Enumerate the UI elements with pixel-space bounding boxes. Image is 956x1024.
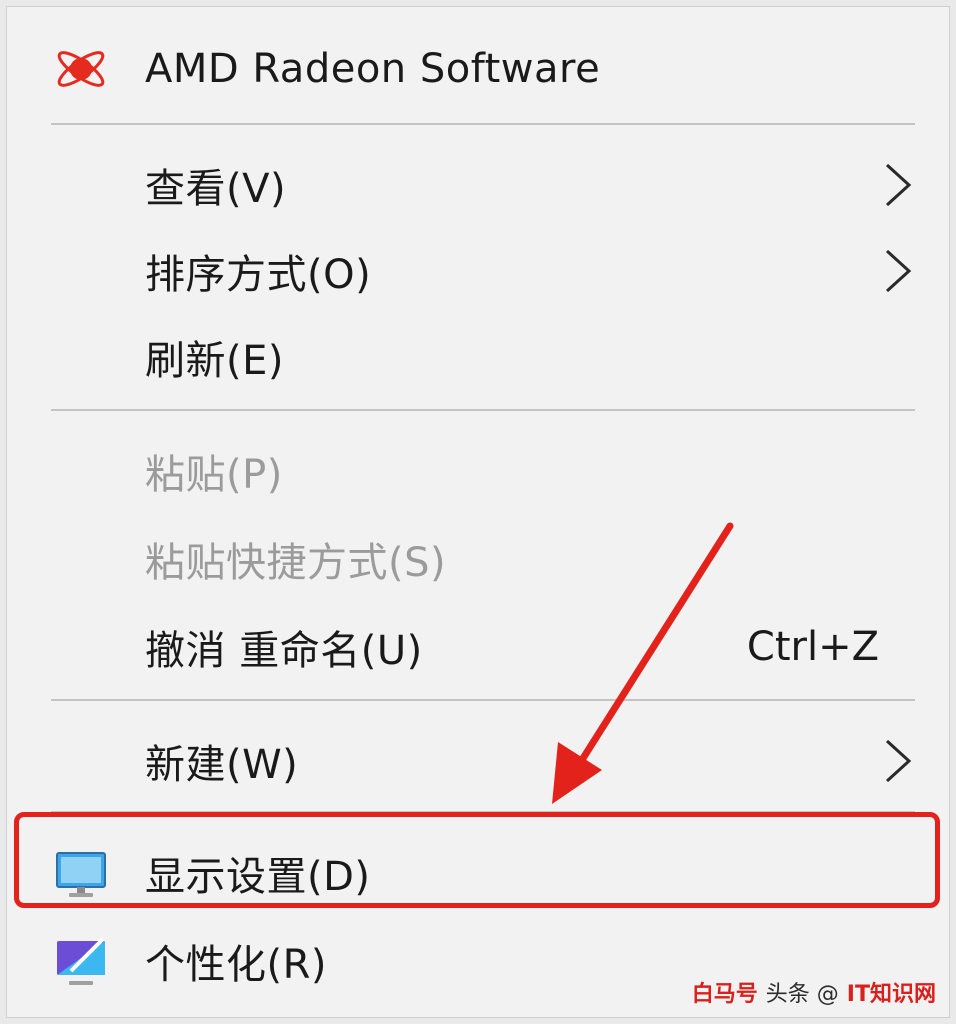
menu-item-refresh[interactable]: 刷新(E) xyxy=(7,317,949,397)
menu-item-label: 粘贴快捷方式(S) xyxy=(145,540,447,586)
menu-item-label: 新建(W) xyxy=(145,742,299,788)
chevron-right-icon xyxy=(885,249,912,293)
annotation-arrow-icon xyxy=(552,522,734,804)
menu-item-paste[interactable]: 粘贴(P) xyxy=(7,431,949,511)
menu-item-label: AMD Radeon Software xyxy=(145,46,601,92)
menu-item-label: 撤消 重命名(U) xyxy=(145,628,423,674)
menu-item-paste-shortcut[interactable]: 粘贴快捷方式(S) xyxy=(7,519,949,599)
shortcut-label: Ctrl+Z xyxy=(746,624,879,670)
menu-item-label: 粘贴(P) xyxy=(145,452,283,498)
menu-separator xyxy=(51,699,915,701)
menu-item-label: 个性化(R) xyxy=(145,942,328,988)
watermark-right: IT知识网 xyxy=(846,982,936,1007)
personalize-icon xyxy=(57,937,105,985)
menu-separator xyxy=(51,123,915,125)
menu-item-amd-radeon-software[interactable]: AMD Radeon Software xyxy=(7,29,949,109)
menu-item-label: 排序方式(O) xyxy=(145,252,372,298)
watermark-middle: 头条 @ xyxy=(765,982,839,1007)
chevron-right-icon xyxy=(885,739,912,783)
menu-separator xyxy=(51,409,915,411)
watermark: 白马号 头条 @ IT知识网 xyxy=(692,976,936,1008)
watermark-left: 白马号 xyxy=(691,982,758,1007)
menu-item-label: 刷新(E) xyxy=(145,338,284,384)
chevron-right-icon xyxy=(885,163,912,207)
menu-item-view[interactable]: 查看(V) xyxy=(7,145,949,225)
highlight-annotation-box xyxy=(14,812,940,908)
menu-item-label: 查看(V) xyxy=(145,166,287,212)
menu-item-new[interactable]: 新建(W) xyxy=(7,721,949,801)
amd-radeon-icon xyxy=(57,51,105,87)
menu-item-undo-rename[interactable]: 撤消 重命名(U) Ctrl+Z xyxy=(7,607,949,687)
menu-item-sort-by[interactable]: 排序方式(O) xyxy=(7,231,949,311)
